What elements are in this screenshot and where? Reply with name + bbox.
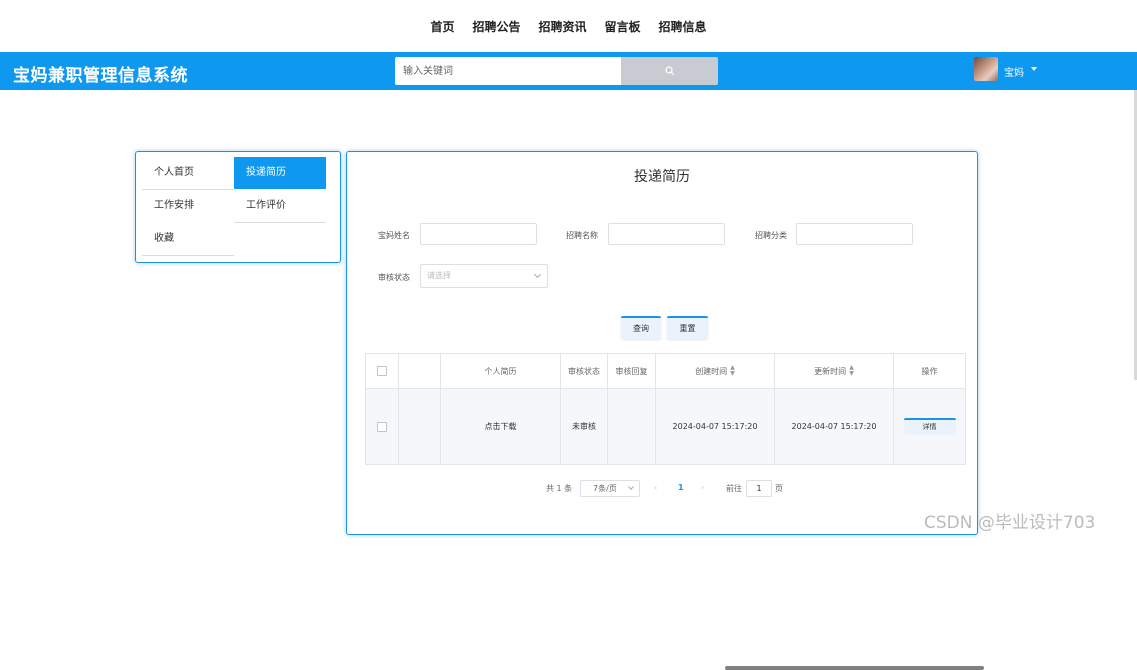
row-select-cell bbox=[365, 389, 399, 465]
nav-recruit-info-link[interactable]: 招聘信息 bbox=[659, 18, 707, 35]
table-header-updated[interactable]: 更新时间 ▲ ▼ bbox=[774, 353, 894, 389]
sidebar-divider bbox=[234, 222, 326, 223]
page-size-select[interactable]: 7条/页 bbox=[580, 480, 640, 497]
status-filter-label: 审核状态 bbox=[378, 273, 410, 282]
status-filter-placeholder: 请选择 bbox=[427, 271, 451, 280]
pagination-total: 共 1 条 bbox=[546, 484, 573, 493]
name-filter-input[interactable] bbox=[420, 223, 537, 245]
goto-page-input[interactable]: 1 bbox=[746, 480, 772, 497]
select-all-checkbox[interactable] bbox=[377, 366, 387, 376]
page-title: 投递简历 bbox=[634, 169, 690, 185]
table-header-resume: 个人简历 bbox=[440, 353, 561, 389]
row-created-cell: 2024-04-07 15:17:20 bbox=[655, 389, 775, 465]
recruit-name-filter-label: 招聘名称 bbox=[566, 231, 598, 240]
table-header-status: 审核状态 bbox=[560, 353, 608, 389]
sidebar-item-work-schedule[interactable]: 工作安排 bbox=[154, 190, 234, 222]
nav-home-link[interactable]: 首页 bbox=[430, 18, 454, 35]
updated-header-label: 更新时间 bbox=[814, 366, 847, 376]
top-nav: 首页 招聘公告 招聘资讯 留言板 招聘信息 bbox=[0, 0, 1137, 52]
query-button[interactable]: 查询 bbox=[621, 316, 661, 339]
category-filter-label: 招聘分类 bbox=[755, 231, 787, 240]
header-banner: 宝妈兼职管理信息系统 宝妈 bbox=[0, 52, 1137, 90]
watermark: CSDN @毕业设计703 bbox=[924, 513, 1096, 533]
name-filter-label: 宝妈姓名 bbox=[378, 231, 410, 240]
table-header-reply: 审核回复 bbox=[607, 353, 656, 389]
sidebar-item-work-review[interactable]: 工作评价 bbox=[246, 190, 326, 222]
sort-icon[interactable]: ▲ ▼ bbox=[730, 365, 735, 377]
next-page-icon[interactable]: › bbox=[701, 483, 704, 492]
sidebar-divider bbox=[142, 255, 234, 256]
sidebar-menu: 个人首页 投递简历 工作安排 工作评价 收藏 bbox=[135, 151, 341, 263]
search-input[interactable] bbox=[395, 57, 621, 85]
row-status-cell: 未审核 bbox=[560, 389, 608, 465]
row-index-cell bbox=[398, 389, 441, 465]
nav-recruit-notice-link[interactable]: 招聘公告 bbox=[472, 18, 520, 35]
chevron-down-icon[interactable] bbox=[1031, 67, 1037, 71]
search-icon bbox=[664, 66, 674, 76]
status-filter-select[interactable]: 请选择 bbox=[420, 264, 548, 288]
brand-title: 宝妈兼职管理信息系统 bbox=[13, 66, 188, 86]
row-action-cell: 详情 bbox=[893, 389, 966, 465]
page-suffix: 页 bbox=[775, 484, 783, 493]
nav-recruit-news-link[interactable]: 招聘资讯 bbox=[538, 18, 586, 35]
table-header-action: 操作 bbox=[893, 353, 966, 389]
category-filter-input[interactable] bbox=[796, 223, 913, 245]
nav-message-board-link[interactable]: 留言板 bbox=[605, 18, 641, 35]
sidebar-item-favorites[interactable]: 收藏 bbox=[154, 223, 234, 255]
goto-label: 前往 bbox=[726, 484, 742, 493]
created-header-label: 创建时间 bbox=[695, 366, 728, 376]
prev-page-icon[interactable]: ‹ bbox=[654, 483, 657, 492]
horizontal-scrollbar[interactable] bbox=[725, 666, 984, 670]
row-checkbox[interactable] bbox=[377, 421, 387, 432]
table-header-created[interactable]: 创建时间 ▲ ▼ bbox=[655, 353, 775, 389]
current-page-number[interactable]: 1 bbox=[678, 483, 684, 492]
chevron-down-icon bbox=[628, 484, 634, 490]
table-header-index bbox=[398, 353, 441, 389]
resume-table: 个人简历 审核状态 审核回复 创建时间 ▲ ▼ 更新时间 ▲ ▼ 操作 点击下载 未审核… bbox=[365, 353, 984, 670]
avatar[interactable] bbox=[974, 57, 998, 81]
chevron-down-icon bbox=[533, 270, 542, 279]
row-reply-cell bbox=[607, 389, 656, 465]
search-button[interactable] bbox=[621, 57, 718, 85]
reset-button[interactable]: 重置 bbox=[667, 316, 708, 339]
detail-button[interactable]: 详情 bbox=[903, 418, 956, 435]
page-size-value: 7条/页 bbox=[593, 484, 617, 493]
resume-download-link[interactable]: 点击下载 bbox=[440, 389, 561, 465]
sidebar-item-submit-resume[interactable]: 投递简历 bbox=[234, 157, 326, 189]
table-header-select-all bbox=[365, 353, 399, 389]
sidebar-item-personal-home[interactable]: 个人首页 bbox=[154, 157, 234, 189]
row-updated-cell: 2024-04-07 15:17:20 bbox=[774, 389, 894, 465]
recruit-name-filter-input[interactable] bbox=[608, 223, 725, 245]
resume-panel: 投递简历 宝妈姓名 招聘名称 招聘分类 审核状态 请选择 查询 重置 个人简历 … bbox=[346, 151, 984, 670]
username[interactable]: 宝妈 bbox=[1004, 64, 1024, 79]
sort-icon[interactable]: ▲ ▼ bbox=[849, 365, 854, 377]
